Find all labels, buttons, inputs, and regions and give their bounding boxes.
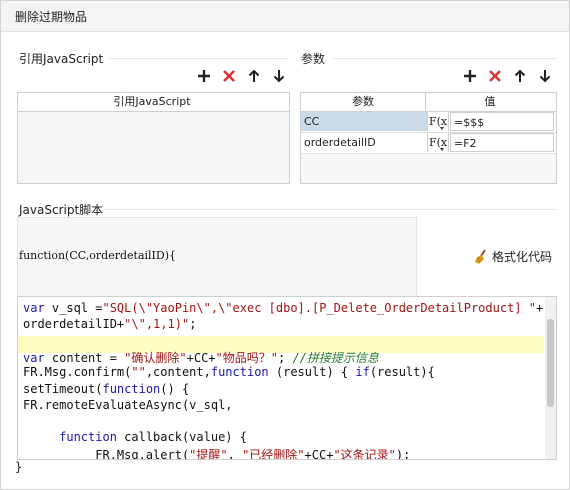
code-token: function: [102, 382, 161, 396]
arrow-down-icon: [273, 70, 284, 83]
code-token: FR.Msg.alert(: [23, 448, 190, 460]
param-name-column-header: 参数: [301, 93, 426, 111]
code-line: var v_sql ="SQL(\"YaoPin\",\"exec [dbo].…: [23, 301, 543, 315]
param-name-cell[interactable]: CC: [301, 112, 427, 131]
code-token: "确认删除": [124, 351, 187, 365]
code-line: FR.Msg.confirm("",content,function (resu…: [23, 365, 435, 379]
code-token: "\",1,1)": [124, 317, 190, 331]
code-token: ,: [227, 448, 243, 460]
code-token: +: [535, 301, 544, 315]
code-token: "SQL(\"YaoPin\",\"exec [dbo].[P_Delete_O…: [102, 301, 536, 315]
js-ref-column-header: 引用JavaScript: [113, 95, 191, 108]
code-token: );: [395, 448, 411, 460]
js-ref-table: 引用JavaScript: [17, 92, 290, 184]
code-token: () {: [160, 382, 190, 396]
svg-text:F(x): F(x): [429, 115, 448, 128]
code-token: if: [355, 365, 370, 379]
param-name-cell[interactable]: orderdetailID: [301, 133, 427, 152]
code-token: ;: [189, 317, 197, 331]
plus-icon: [463, 70, 476, 82]
arrow-up-icon: [248, 69, 259, 82]
param-value-cell[interactable]: =$$$: [450, 112, 554, 131]
code-token: "提醒": [189, 448, 228, 460]
params-divider: [333, 58, 557, 59]
code-editor[interactable]: var v_sql ="SQL(\"YaoPin\",\"exec [dbo].…: [17, 296, 557, 460]
delete-button[interactable]: [216, 67, 241, 85]
dialog-window: 删除过期物品 引用JavaScript 引用JavaScript 参数 参数 值…: [0, 0, 570, 490]
code-token: "物品吗？": [215, 351, 278, 365]
js-ref-table-header: 引用JavaScript: [18, 93, 289, 112]
code-line: setTimeout(function() {: [23, 382, 189, 396]
code-token: v_sql =: [44, 301, 103, 315]
code-token: "这条记录": [333, 448, 396, 460]
close-icon: [488, 70, 501, 82]
code-token: +CC+: [186, 351, 216, 365]
param-value-cell[interactable]: =F2: [450, 133, 554, 152]
move-up-button[interactable]: [241, 67, 266, 85]
title-bar: 删除过期物品: [1, 1, 569, 32]
move-param-down-button[interactable]: [532, 67, 557, 85]
code-token: function: [210, 365, 269, 379]
code-token: function: [59, 430, 117, 444]
code-token: var: [23, 351, 45, 365]
params-toolbar: [457, 67, 557, 85]
code-token: //拼接提示信息: [292, 351, 379, 365]
code-token: +CC+: [304, 448, 334, 460]
function-closing-brace: }: [15, 460, 23, 474]
code-token: orderdetailID+: [23, 317, 125, 331]
code-token: FR.Msg.confirm(: [23, 365, 132, 379]
code-token: (result) {: [268, 365, 356, 379]
delete-param-button[interactable]: [482, 67, 507, 85]
code-token: setTimeout(: [23, 382, 103, 396]
dialog-title: 删除过期物品: [15, 10, 88, 24]
close-icon: [222, 70, 235, 82]
arrow-down-icon: [539, 70, 550, 83]
arrow-up-icon: [514, 69, 525, 82]
broom-icon: [475, 248, 486, 264]
js-ref-toolbar: [191, 67, 291, 85]
function-signature: function(CC,orderdetailID){: [19, 249, 176, 262]
add-button[interactable]: [191, 67, 216, 85]
script-section-label: JavaScript脚本: [19, 203, 104, 217]
code-line: var content = "确认删除"+CC+"物品吗？"; //拼接提示信息: [23, 349, 379, 366]
code-token: FR.remoteEvaluateAsync(v_sql,: [23, 398, 233, 412]
move-param-up-button[interactable]: [507, 67, 532, 85]
js-ref-section-label: 引用JavaScript: [19, 52, 104, 66]
scrollbar-thumb[interactable]: [547, 319, 554, 407]
code-token: ,content,: [145, 365, 211, 379]
code-line: FR.Msg.alert("提醒", "已经删除"+CC+"这条记录");: [23, 446, 411, 460]
format-code-label: 格式化代码: [492, 250, 553, 264]
formula-button[interactable]: F(x): [427, 112, 451, 131]
params-section-label: 参数: [301, 52, 326, 66]
code-token: callback(value) {: [116, 430, 247, 444]
code-token: content =: [44, 351, 125, 365]
code-token: (result){: [369, 365, 435, 379]
svg-text:F(x): F(x): [429, 136, 448, 149]
table-row[interactable]: orderdetailID F(x) =F2: [301, 133, 556, 154]
code-line: function callback(value) {: [23, 430, 247, 444]
add-param-button[interactable]: [457, 67, 482, 85]
code-scrollbar[interactable]: [545, 297, 556, 459]
plus-icon: [197, 70, 210, 82]
params-table: 参数 值 CC F(x) =$$$ orderdetailID F(x) =F2: [300, 92, 557, 184]
formula-button[interactable]: F(x): [427, 133, 451, 152]
formula-icon: F(x): [429, 115, 451, 130]
param-value-column-header: 值: [484, 95, 496, 108]
params-table-header: 参数 值: [301, 93, 556, 112]
js-ref-divider: [109, 58, 289, 59]
format-code-button[interactable]: 格式化代码: [473, 248, 552, 265]
code-token: "": [131, 365, 146, 379]
code-token: "已经删除": [242, 448, 305, 460]
code-token: var: [23, 301, 45, 315]
code-line: orderdetailID+"\",1,1)";: [23, 317, 196, 331]
code-line: FR.remoteEvaluateAsync(v_sql,: [23, 398, 233, 412]
code-token: ;: [277, 351, 293, 365]
script-divider: [105, 209, 557, 210]
table-row[interactable]: CC F(x) =$$$: [301, 112, 556, 133]
signature-panel: function(CC,orderdetailID){: [17, 217, 417, 297]
move-down-button[interactable]: [266, 67, 291, 85]
formula-icon: F(x): [429, 136, 451, 151]
